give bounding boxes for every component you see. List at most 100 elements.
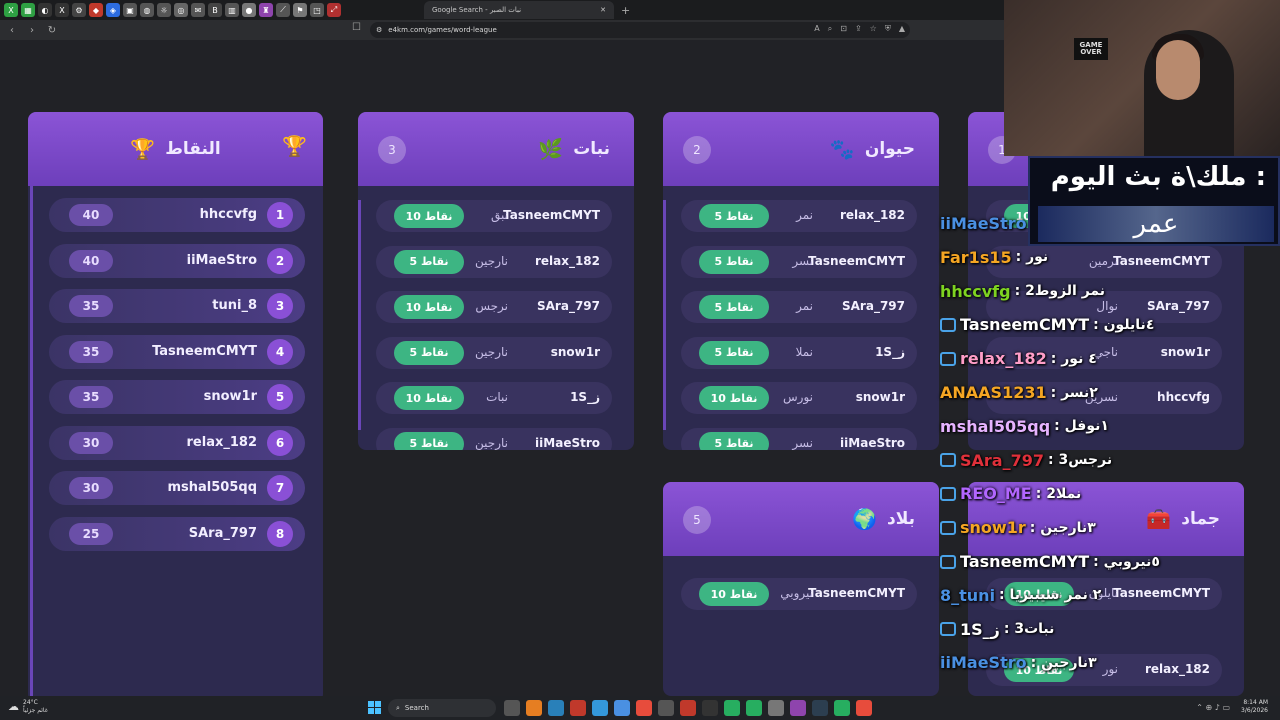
answer-word: نارجين (475, 253, 508, 268)
capcut-icon[interactable] (702, 700, 718, 716)
answer-points-badge: 5 نقاط (699, 340, 769, 365)
answer-player: relax_182 (839, 208, 905, 222)
category-number-badge: 3 (378, 136, 406, 164)
shield-icon[interactable]: ⛨ (885, 24, 891, 34)
answer-word: نرمين (1088, 253, 1118, 268)
tiktok-icon[interactable] (680, 700, 696, 716)
bookmark-icon[interactable]: ☐ (352, 22, 361, 33)
scrollbar[interactable] (358, 200, 361, 430)
chat-message: TasneemCMYT: ٤نايلون (940, 315, 1154, 334)
zoom-icon[interactable]: ⌕ (828, 24, 832, 34)
settings-icon[interactable] (768, 700, 784, 716)
close-tab-icon[interactable]: ✕ (600, 6, 606, 14)
tab-favicon[interactable]: ◈ (106, 3, 120, 17)
answer-player: snow1r (550, 344, 600, 359)
answer-points-badge: 5 نقاط (394, 340, 464, 365)
xbox-icon[interactable] (746, 700, 762, 716)
score-row: 1 hhccvfg 40 (49, 198, 305, 232)
start-button[interactable] (368, 701, 382, 715)
score-player-name: tuni_8 (212, 298, 257, 313)
star-icon[interactable]: ☆ (870, 24, 877, 34)
tab-favicon[interactable]: ✉ (191, 3, 205, 17)
category-icon: 🐾 (829, 137, 855, 161)
answer-player: TasneemCMYT (808, 586, 905, 600)
category-number-badge: 2 (683, 136, 711, 164)
tab-favicon[interactable]: ◎ (174, 3, 188, 17)
game-icon[interactable] (790, 700, 806, 716)
score-points: 30 (69, 431, 113, 454)
chat-text: : ٣نارجين (1029, 519, 1096, 536)
tab-favicon[interactable]: ⟋ (276, 3, 290, 17)
answer-points-badge: 5 نقاط (699, 431, 769, 450)
tab-favicon[interactable]: X (4, 3, 18, 17)
chat-message: mshal505qq: ١نوفل (940, 417, 1109, 436)
tab-favicon[interactable]: ☼ (157, 3, 171, 17)
scores-header: 🏆 النقاط 🏆 (28, 112, 323, 186)
taskbar-search[interactable]: ⌕ Search (388, 699, 496, 717)
chat-username: 8_tuni (940, 585, 996, 605)
brave-icon[interactable] (636, 700, 652, 716)
tab-favicon[interactable]: ◳ (310, 3, 324, 17)
category-header: 🌿 نبات 3 (358, 112, 634, 186)
chat-text: : نبات3 (1003, 621, 1055, 638)
tab-favicon[interactable]: ⚑ (293, 3, 307, 17)
photos-icon[interactable] (592, 700, 608, 716)
tab-favicon[interactable]: ◆ (89, 3, 103, 17)
steam-icon[interactable] (812, 700, 828, 716)
tab-favicon[interactable]: ⚙ (72, 3, 86, 17)
answer-row: SAra_797 نمر 5 نقاط (681, 291, 917, 323)
tab-favicon[interactable]: B (208, 3, 222, 17)
site-info-icon[interactable]: ⚙ (376, 26, 382, 34)
tab-favicon[interactable]: ⤢ (327, 3, 341, 17)
chat-username: hhccvfg (940, 281, 1011, 301)
answer-word: نبات (486, 390, 508, 404)
score-points: 35 (69, 340, 113, 363)
chrome-icon[interactable] (526, 700, 542, 716)
answer-word: نبق (491, 208, 508, 222)
share-icon[interactable]: ⇪ (855, 24, 862, 34)
screenshot-icon[interactable]: ⊡ (840, 24, 847, 34)
answer-player: TasneemCMYT (503, 208, 600, 222)
reload-icon[interactable]: ↻ (44, 22, 60, 38)
scrollbar[interactable] (663, 200, 666, 430)
weather-widget[interactable]: ☁ 24°C غائم جزئياً (8, 699, 48, 715)
whatsapp-icon[interactable] (724, 700, 740, 716)
translate-icon[interactable]: A (814, 24, 819, 34)
back-icon[interactable]: ‹ (4, 22, 20, 38)
forward-icon[interactable]: › (24, 22, 40, 38)
badge-icon (940, 317, 956, 332)
tab-favicon[interactable]: ● (242, 3, 256, 17)
system-tray-icons[interactable]: ⌃ ⊕ ♪ ▭ (1196, 703, 1230, 712)
chat-text: : نرجس3 (1048, 452, 1113, 469)
tab-favicon[interactable]: ▦ (21, 3, 35, 17)
search-placeholder: Search (404, 704, 429, 712)
tab-title: Google Search - نبات الصبر (432, 6, 522, 14)
app-icon[interactable] (834, 700, 850, 716)
folder-icon[interactable] (504, 700, 520, 716)
edge-icon[interactable] (548, 700, 564, 716)
tab-favicon[interactable]: ▥ (225, 3, 239, 17)
chat-message: hhccvfg: نمر الزوط2 (940, 282, 1105, 301)
answer-player: snow1r (855, 390, 905, 404)
answer-word: نارجين (475, 435, 508, 450)
answer-player: snow1r (1160, 344, 1210, 359)
tab-favicon[interactable]: X (55, 3, 69, 17)
answer-row: TasneemCMYT نيروبي 10 نقاط (681, 578, 917, 610)
tab-favicon[interactable]: ◐ (38, 3, 52, 17)
chat-text: : ٣نارجين (1030, 654, 1097, 671)
active-tab[interactable]: Google Search - نبات الصبر ✕ (424, 1, 614, 19)
terminal-icon[interactable] (658, 700, 674, 716)
tab-favicon[interactable]: ♜ (259, 3, 273, 17)
new-tab-icon[interactable]: + (621, 4, 630, 17)
chrome-alt-icon[interactable] (856, 700, 872, 716)
tab-favicon[interactable]: ▣ (123, 3, 137, 17)
alert-icon[interactable]: ▲ (899, 24, 905, 34)
score-row: 5 snow1r 35 (49, 380, 305, 414)
mail-icon[interactable] (614, 700, 630, 716)
chat-text: : ٢ نمر سيبيريا (999, 587, 1102, 604)
category-panel-animal: 🐾 حيوان 2 relax_182 نمر 5 نقاط TasneemCMYT نسر 5… (663, 112, 939, 450)
chat-username: TasneemCMYT (960, 552, 1090, 571)
taskbar-clock[interactable]: 8:14 AM 3/6/2026 (1241, 699, 1268, 715)
youtube-icon[interactable] (570, 700, 586, 716)
tab-favicon[interactable]: ◍ (140, 3, 154, 17)
